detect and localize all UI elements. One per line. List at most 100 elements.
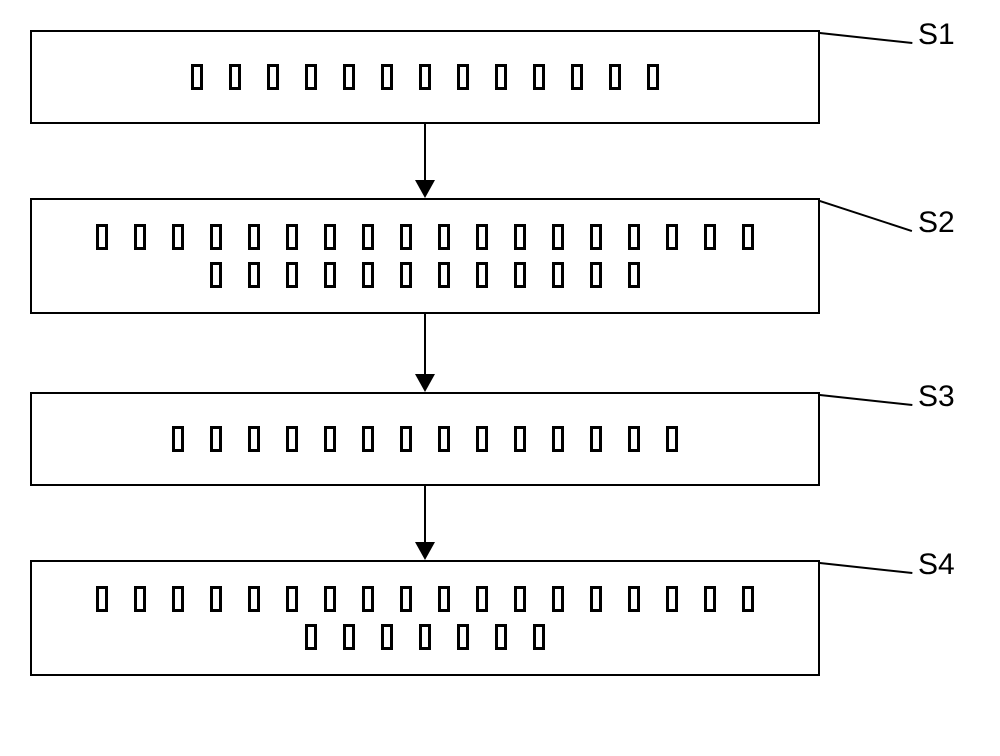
glyph-placeholder bbox=[552, 224, 564, 250]
leader-line-s1 bbox=[820, 32, 912, 44]
step-label-s3: S3 bbox=[918, 380, 955, 414]
leader-line-s3 bbox=[820, 394, 912, 406]
glyph-placeholder bbox=[381, 624, 393, 650]
glyph-placeholder bbox=[324, 224, 336, 250]
glyph-placeholder bbox=[742, 586, 754, 612]
step-box-s2 bbox=[30, 198, 820, 314]
step-s2-row-1 bbox=[96, 224, 754, 250]
glyph-placeholder bbox=[476, 224, 488, 250]
arrow-head-icon bbox=[415, 542, 435, 560]
glyph-placeholder bbox=[533, 624, 545, 650]
glyph-placeholder bbox=[172, 224, 184, 250]
glyph-placeholder bbox=[134, 586, 146, 612]
glyph-placeholder bbox=[400, 586, 412, 612]
glyph-placeholder bbox=[666, 426, 678, 452]
glyph-placeholder bbox=[324, 426, 336, 452]
glyph-placeholder bbox=[666, 224, 678, 250]
glyph-placeholder bbox=[362, 426, 374, 452]
glyph-placeholder bbox=[495, 64, 507, 90]
glyph-placeholder bbox=[172, 426, 184, 452]
step-label-s2: S2 bbox=[918, 206, 955, 240]
arrow-s3-s4 bbox=[424, 486, 426, 542]
arrow-s1-s2 bbox=[424, 124, 426, 180]
glyph-placeholder bbox=[666, 586, 678, 612]
arrow-s2-s3 bbox=[424, 314, 426, 374]
glyph-placeholder bbox=[191, 64, 203, 90]
glyph-placeholder bbox=[248, 586, 260, 612]
glyph-placeholder bbox=[742, 224, 754, 250]
glyph-placeholder bbox=[514, 426, 526, 452]
glyph-placeholder bbox=[514, 586, 526, 612]
glyph-placeholder bbox=[476, 262, 488, 288]
step-s4-row-1 bbox=[96, 586, 754, 612]
glyph-placeholder bbox=[628, 586, 640, 612]
flowchart-canvas: S1 S2 S3 S4 bbox=[0, 0, 1000, 756]
glyph-placeholder bbox=[438, 586, 450, 612]
step-label-s4: S4 bbox=[918, 548, 955, 582]
glyph-placeholder bbox=[96, 224, 108, 250]
glyph-placeholder bbox=[514, 262, 526, 288]
glyph-placeholder bbox=[229, 64, 241, 90]
glyph-placeholder bbox=[362, 586, 374, 612]
glyph-placeholder bbox=[495, 624, 507, 650]
glyph-placeholder bbox=[286, 586, 298, 612]
glyph-placeholder bbox=[134, 224, 146, 250]
glyph-placeholder bbox=[267, 64, 279, 90]
glyph-placeholder bbox=[704, 586, 716, 612]
glyph-placeholder bbox=[343, 624, 355, 650]
step-box-s4 bbox=[30, 560, 820, 676]
glyph-placeholder bbox=[514, 224, 526, 250]
glyph-placeholder bbox=[419, 624, 431, 650]
step-label-s1: S1 bbox=[918, 18, 955, 52]
glyph-placeholder bbox=[248, 262, 260, 288]
glyph-placeholder bbox=[343, 64, 355, 90]
step-s2-row-2 bbox=[210, 262, 640, 288]
glyph-placeholder bbox=[96, 586, 108, 612]
step-s1-row-1 bbox=[191, 64, 659, 90]
glyph-placeholder bbox=[457, 624, 469, 650]
glyph-placeholder bbox=[248, 426, 260, 452]
glyph-placeholder bbox=[609, 64, 621, 90]
glyph-placeholder bbox=[381, 64, 393, 90]
glyph-placeholder bbox=[438, 224, 450, 250]
glyph-placeholder bbox=[552, 586, 564, 612]
step-box-s1 bbox=[30, 30, 820, 124]
glyph-placeholder bbox=[628, 262, 640, 288]
glyph-placeholder bbox=[590, 224, 602, 250]
glyph-placeholder bbox=[210, 426, 222, 452]
glyph-placeholder bbox=[704, 224, 716, 250]
glyph-placeholder bbox=[647, 64, 659, 90]
glyph-placeholder bbox=[590, 426, 602, 452]
glyph-placeholder bbox=[438, 426, 450, 452]
glyph-placeholder bbox=[590, 586, 602, 612]
glyph-placeholder bbox=[438, 262, 450, 288]
step-box-s3 bbox=[30, 392, 820, 486]
arrow-head-icon bbox=[415, 180, 435, 198]
arrow-head-icon bbox=[415, 374, 435, 392]
glyph-placeholder bbox=[305, 624, 317, 650]
glyph-placeholder bbox=[286, 262, 298, 288]
glyph-placeholder bbox=[571, 64, 583, 90]
glyph-placeholder bbox=[400, 262, 412, 288]
glyph-placeholder bbox=[362, 224, 374, 250]
glyph-placeholder bbox=[210, 262, 222, 288]
leader-line-s2 bbox=[819, 200, 912, 232]
glyph-placeholder bbox=[286, 224, 298, 250]
glyph-placeholder bbox=[400, 224, 412, 250]
glyph-placeholder bbox=[210, 224, 222, 250]
glyph-placeholder bbox=[628, 426, 640, 452]
leader-line-s4 bbox=[820, 562, 912, 574]
step-s4-row-2 bbox=[305, 624, 545, 650]
glyph-placeholder bbox=[628, 224, 640, 250]
step-s3-row-1 bbox=[172, 426, 678, 452]
glyph-placeholder bbox=[324, 586, 336, 612]
glyph-placeholder bbox=[324, 262, 336, 288]
glyph-placeholder bbox=[210, 586, 222, 612]
glyph-placeholder bbox=[590, 262, 602, 288]
glyph-placeholder bbox=[172, 586, 184, 612]
glyph-placeholder bbox=[400, 426, 412, 452]
glyph-placeholder bbox=[476, 586, 488, 612]
glyph-placeholder bbox=[305, 64, 317, 90]
glyph-placeholder bbox=[286, 426, 298, 452]
glyph-placeholder bbox=[419, 64, 431, 90]
